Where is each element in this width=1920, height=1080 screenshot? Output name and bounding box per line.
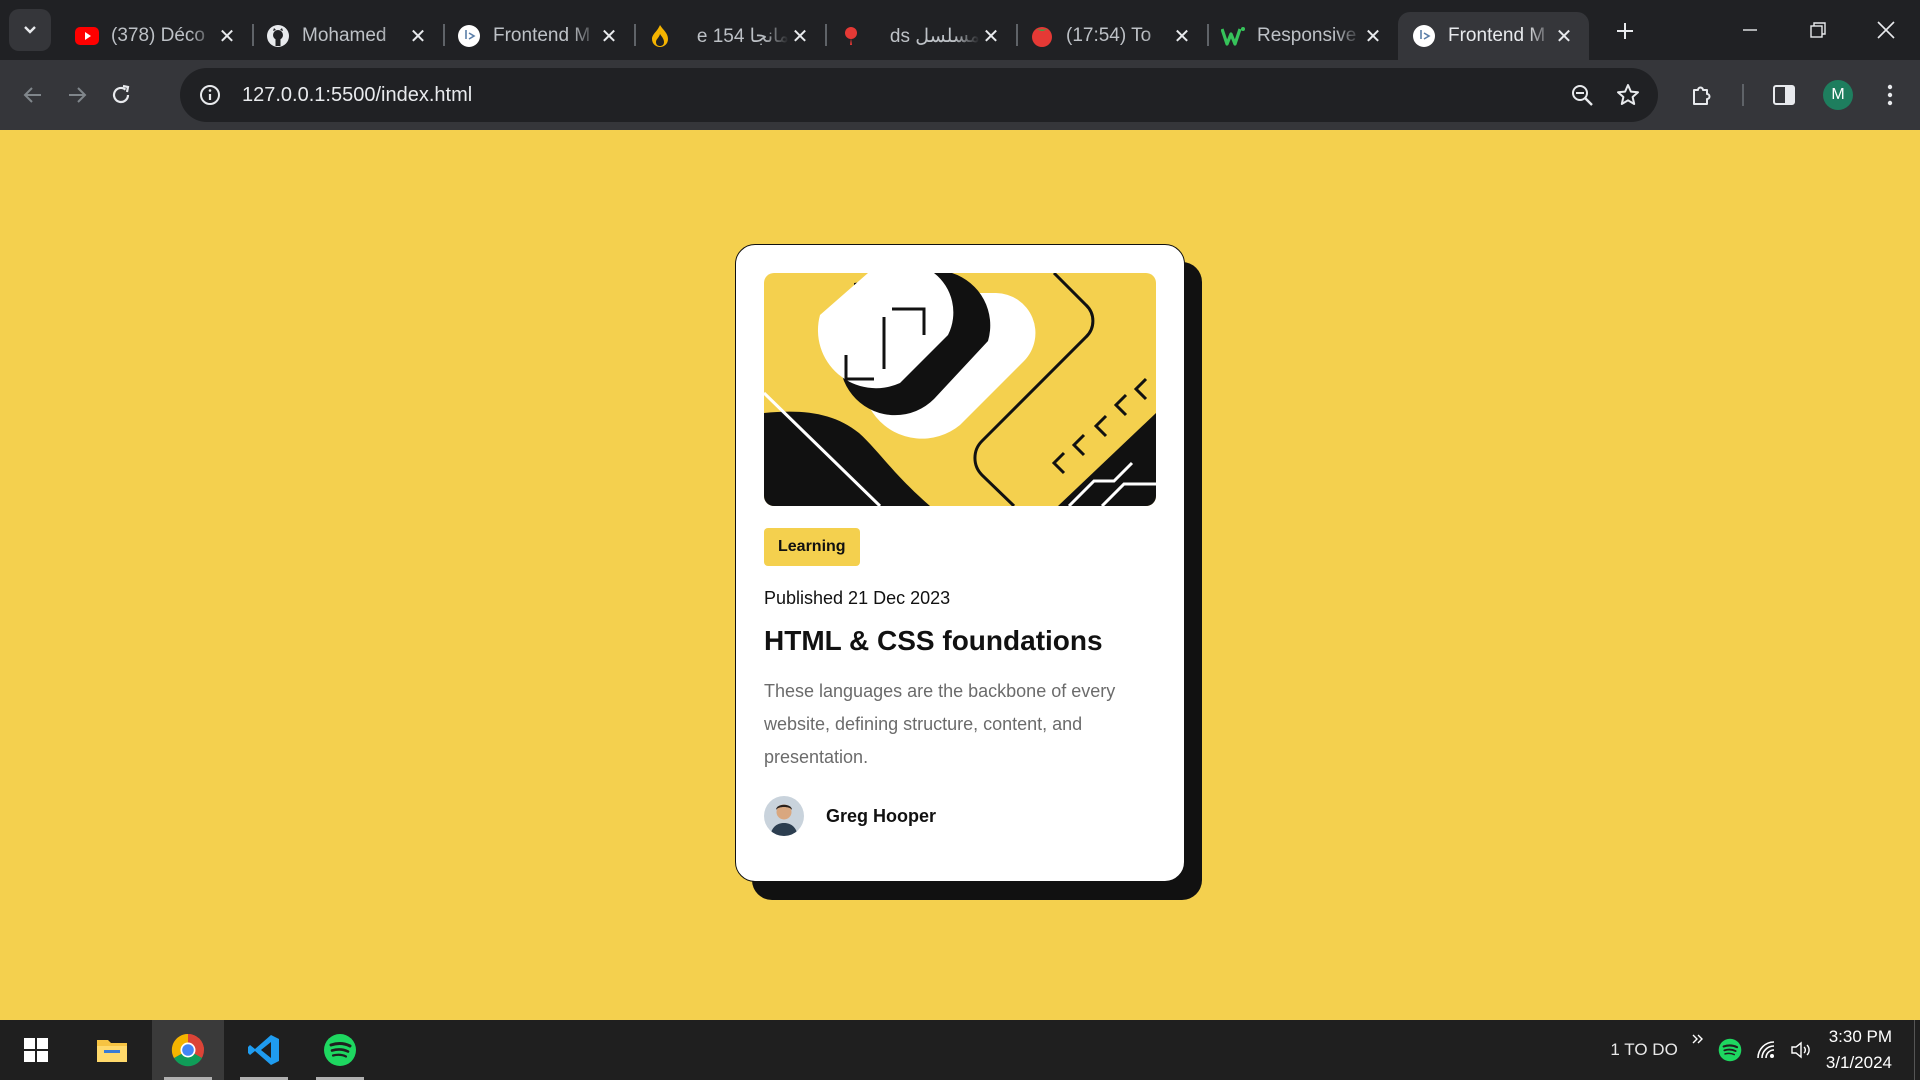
close-icon[interactable]: ✕ <box>1553 25 1575 48</box>
close-icon[interactable]: ✕ <box>980 25 1002 48</box>
side-panel-button[interactable] <box>1762 73 1806 117</box>
taskbar-spotify[interactable] <box>304 1020 376 1080</box>
zoom-icon[interactable] <box>1570 83 1594 107</box>
flame-icon <box>648 24 672 48</box>
restore-button[interactable] <box>1784 0 1852 60</box>
close-icon[interactable]: ✕ <box>789 25 811 48</box>
toolbar-divider <box>1742 84 1744 106</box>
bookmark-star-icon[interactable] <box>1616 83 1640 107</box>
plus-icon <box>1617 23 1633 39</box>
chrome-icon <box>171 1033 204 1067</box>
spotify-tray-icon[interactable] <box>1718 1038 1742 1062</box>
show-desktop-button[interactable] <box>1914 1020 1920 1080</box>
tomato-icon <box>1030 24 1054 48</box>
author-row: Greg Hooper <box>764 796 1156 836</box>
browser-tab-strip: (378) Déco ✕ Mohamed ✕ Frontend M ✕ مانج… <box>0 0 1920 60</box>
spotify-icon <box>324 1034 356 1066</box>
side-panel-icon <box>1773 85 1795 105</box>
frontend-mentor-icon <box>1412 24 1436 48</box>
start-button[interactable] <box>0 1020 72 1080</box>
puzzle-icon <box>1693 86 1711 105</box>
tab-title: Frontend M <box>493 25 591 46</box>
tab-title: Mohamed <box>302 25 387 46</box>
new-tab-button[interactable] <box>1605 11 1645 51</box>
clock[interactable]: 3:30 PM 3/1/2024 <box>1826 1024 1892 1076</box>
site-info-button[interactable] <box>192 77 228 113</box>
card-title[interactable]: HTML & CSS foundations <box>764 625 1156 657</box>
minimize-icon <box>1743 29 1757 31</box>
tab-title: Responsive <box>1257 25 1357 46</box>
browser-toolbar: 127.0.0.1:5500/index.html M <box>0 60 1920 130</box>
url-text[interactable]: 127.0.0.1:5500/index.html <box>242 84 472 107</box>
clock-time: 3:30 PM <box>1828 1027 1892 1046</box>
author-name: Greg Hooper <box>826 805 937 826</box>
system-tray: 1 TO DO 3:30 PM 3/1/2024 <box>1610 1020 1920 1080</box>
close-icon[interactable]: ✕ <box>216 25 238 48</box>
taskbar-chrome[interactable] <box>152 1020 224 1080</box>
tab-youtube[interactable]: (378) Déco ✕ <box>61 12 252 60</box>
tab-frontend-mentor[interactable]: Frontend M ✕ <box>443 12 634 60</box>
close-icon[interactable]: ✕ <box>598 25 620 48</box>
chevron-double-right-icon[interactable] <box>1692 1034 1704 1044</box>
close-icon <box>1877 21 1895 39</box>
tab-frontend-mentor-active[interactable]: Frontend M ✕ <box>1398 12 1589 60</box>
browser-menu-button[interactable] <box>1868 73 1912 117</box>
toolbar-right: M <box>1680 60 1920 130</box>
more-vertical-icon <box>1887 84 1893 106</box>
volume-icon[interactable] <box>1790 1040 1812 1060</box>
tab-series[interactable]: مسلسل ds ✕ <box>825 12 1016 60</box>
red-pin-icon <box>839 24 863 48</box>
arrow-right-icon <box>69 87 87 103</box>
youtube-icon <box>75 24 99 48</box>
reload-icon <box>112 84 130 104</box>
tab-search-button[interactable] <box>9 9 51 51</box>
blog-preview-card: Learning Published 21 Dec 2023 HTML & CS… <box>735 244 1185 882</box>
back-button[interactable] <box>11 73 55 117</box>
chevron-down-icon <box>24 26 36 34</box>
extensions-button[interactable] <box>1680 73 1724 117</box>
profile-button[interactable]: M <box>1816 73 1860 117</box>
github-icon <box>266 24 290 48</box>
clock-date: 3/1/2024 <box>1825 1053 1892 1072</box>
tab-title: (378) Déco <box>111 25 205 46</box>
tab-responsive[interactable]: Responsive ✕ <box>1207 12 1398 60</box>
close-icon[interactable]: ✕ <box>1362 25 1384 48</box>
restore-icon <box>1810 22 1826 38</box>
windows-start-icon <box>24 1038 48 1062</box>
tab-list: (378) Déco ✕ Mohamed ✕ Frontend M ✕ مانج… <box>61 0 1645 60</box>
w-logo-icon <box>1221 24 1245 48</box>
tab-title: مانجا 154 e <box>696 25 789 47</box>
close-icon[interactable]: ✕ <box>407 25 429 48</box>
tab-github[interactable]: Mohamed ✕ <box>252 12 443 60</box>
wifi-icon[interactable] <box>1756 1040 1778 1060</box>
tab-title: Frontend M <box>1448 25 1546 46</box>
close-icon[interactable]: ✕ <box>1171 25 1193 48</box>
close-window-button[interactable] <box>1852 0 1920 60</box>
avatar <box>764 796 804 836</box>
frontend-mentor-icon <box>457 24 481 48</box>
tab-tomato-timer[interactable]: (17:54) To ✕ <box>1016 12 1207 60</box>
reload-button[interactable] <box>99 73 143 117</box>
windows-taskbar: 1 TO DO 3:30 PM 3/1/2024 <box>0 1020 1920 1080</box>
address-bar[interactable]: 127.0.0.1:5500/index.html <box>180 68 1658 122</box>
arrow-left-icon <box>23 87 41 103</box>
todo-widget[interactable]: 1 TO DO <box>1610 1040 1677 1060</box>
taskbar-file-explorer[interactable] <box>76 1020 148 1080</box>
minimize-button[interactable] <box>1716 0 1784 60</box>
forward-button[interactable] <box>55 73 99 117</box>
tab-manga[interactable]: مانجا 154 e ✕ <box>634 12 825 60</box>
taskbar-vscode[interactable] <box>228 1020 300 1080</box>
tab-title: (17:54) To <box>1066 25 1152 46</box>
category-tag: Learning <box>764 528 860 566</box>
profile-avatar: M <box>1823 80 1853 110</box>
card-description: These languages are the backbone of ever… <box>764 681 1116 767</box>
hero-illustration <box>764 273 1156 506</box>
window-controls <box>1716 0 1920 60</box>
omnibox-actions <box>1570 68 1640 122</box>
vscode-icon <box>248 1035 279 1065</box>
tab-title: مسلسل ds <box>889 25 980 47</box>
file-explorer-icon <box>97 1040 127 1062</box>
info-icon <box>200 85 220 105</box>
published-date: Published 21 Dec 2023 <box>764 588 951 608</box>
